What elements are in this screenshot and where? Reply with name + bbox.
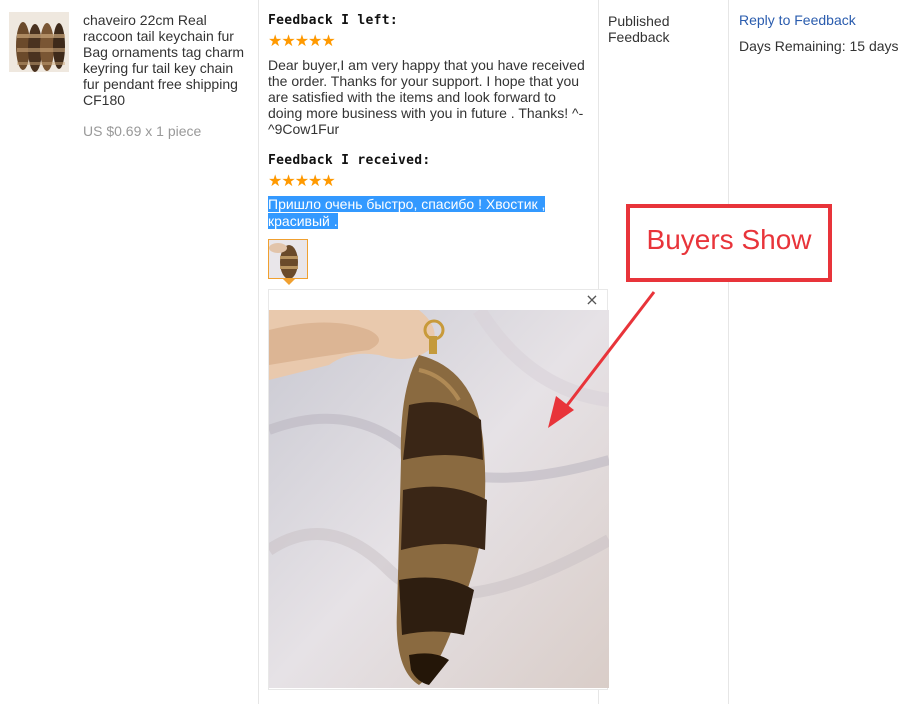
feedback-received-stars: ★★★★★	[268, 173, 336, 190]
selected-text: Пришло очень быстро, спасибо ! Хвостик ,…	[268, 196, 546, 229]
feedback-left-stars: ★★★★★	[268, 33, 336, 50]
feedback-received-text: Пришло очень быстро, спасибо ! Хвостик ,…	[268, 196, 598, 230]
buyer-photo[interactable]	[269, 310, 609, 688]
product-thumbnail[interactable]	[9, 12, 69, 72]
annotation-label: Buyers Show	[646, 224, 812, 255]
column-divider	[258, 0, 259, 704]
product-title[interactable]: chaveiro 22cm Real raccoon tail keychain…	[83, 12, 251, 108]
feedback-left-heading: Feedback I left:	[268, 13, 399, 28]
column-divider	[728, 0, 729, 704]
feedback-left-text: Dear buyer,I am very happy that you have…	[268, 57, 585, 137]
reply-to-feedback-link[interactable]: Reply to Feedback	[739, 12, 856, 28]
buyer-photo-thumbnail[interactable]	[268, 239, 308, 279]
thumbnail-pointer	[283, 279, 295, 285]
feedback-received-heading: Feedback I received:	[268, 153, 431, 168]
product-price: US $0.69 x 1 piece	[83, 123, 202, 139]
close-icon[interactable]: ×	[584, 292, 600, 308]
days-remaining: Days Remaining: 15 days	[739, 38, 899, 54]
feedback-status: Published Feedback	[608, 13, 670, 45]
